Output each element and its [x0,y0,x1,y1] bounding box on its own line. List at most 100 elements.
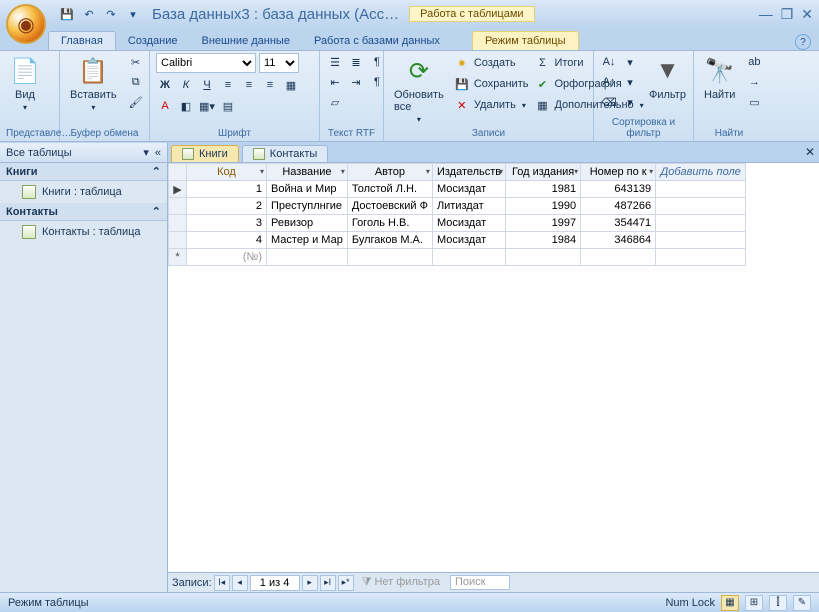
cell-add[interactable] [656,181,746,198]
format-painter-icon[interactable]: 🖌 [127,93,145,111]
cell-name[interactable]: Мастер и Мар [267,232,348,249]
align-right-icon[interactable]: ≡ [261,76,279,94]
cell-add[interactable] [656,215,746,232]
column-header-add-field[interactable]: Добавить поле [656,164,746,181]
table-row[interactable]: 4Мастер и МарБулгаков М.А.Мосиздат198434… [169,232,746,249]
table-row[interactable]: 2ПреступлнгиеДостоевский ФЛитиздат199048… [169,198,746,215]
nav-item-contacts-table[interactable]: Контакты : таблица [0,221,167,243]
qat-undo-icon[interactable]: ↶ [80,5,98,23]
column-header-name[interactable]: Название▾ [267,164,348,181]
row-selector[interactable]: * [169,249,187,266]
qat-save-icon[interactable]: 💾 [58,5,76,23]
column-dropdown-icon[interactable]: ▾ [574,167,578,176]
cell-year[interactable]: 1997 [506,215,581,232]
cell-add[interactable] [656,198,746,215]
datasheet[interactable]: Код▾ Название▾ Автор▾ Издательств▾ Год и… [168,163,819,572]
last-record-button[interactable]: ▸I [320,575,336,591]
cell-catalog[interactable]: 346864 [581,232,656,249]
cell-add[interactable] [656,232,746,249]
navigation-pane-header[interactable]: Все таблицы ▾ « [0,143,167,163]
increase-indent-icon[interactable]: ⇥ [347,73,365,91]
select-all-cell[interactable] [169,164,187,181]
fill-color-icon[interactable]: ◧ [177,97,195,115]
next-record-button[interactable]: ▸ [302,575,318,591]
copy-icon[interactable]: ⧉ [127,73,145,91]
gridlines-dropdown-icon[interactable]: ▦▾ [198,97,216,115]
ribbon-tab-external-data[interactable]: Внешние данные [190,32,302,50]
cell-year[interactable]: 1981 [506,181,581,198]
font-name-select[interactable]: Calibri [156,53,256,73]
cell-name[interactable]: Ревизор [267,215,348,232]
view-datasheet-icon[interactable]: ▦ [721,595,739,611]
cell-author[interactable]: Толстой Л.Н. [347,181,432,198]
cell-code[interactable]: 4 [187,232,267,249]
goto-icon[interactable]: → [745,73,763,91]
toggle-filter-icon[interactable]: ▾ [621,93,639,111]
cell-year[interactable]: 1984 [506,232,581,249]
italic-button[interactable]: К [177,76,195,94]
column-dropdown-icon[interactable]: ▾ [499,167,503,176]
table-row[interactable]: 3РевизорГоголь Н.В.Мосиздат1997354471 [169,215,746,232]
advanced-filter-icon[interactable]: ▾ [621,73,639,91]
cell-catalog[interactable]: 487266 [581,198,656,215]
ribbon-tab-home[interactable]: Главная [48,31,116,50]
nav-group-books[interactable]: Книги ⌃ [0,163,167,181]
cell-publisher[interactable]: Мосиздат [432,181,505,198]
prev-record-button[interactable]: ◂ [232,575,248,591]
cell-catalog[interactable]: 643139 [581,181,656,198]
table-row[interactable]: ▶1Война и МирТолстой Л.Н.Мосиздат1981643… [169,181,746,198]
cell-code[interactable]: (№) [187,249,267,266]
sort-desc-icon[interactable]: A↑ [600,73,618,91]
highlight-icon[interactable]: ▱ [326,93,344,111]
maximize-button[interactable]: ❐ [781,6,794,23]
cell-author[interactable]: Достоевский Ф [347,198,432,215]
column-header-author[interactable]: Автор▾ [347,164,432,181]
row-selector[interactable] [169,232,187,249]
font-color-icon[interactable]: A [156,97,174,115]
align-left-icon[interactable]: ≡ [219,76,237,94]
paste-button[interactable]: 📋 Вставить ▾ [66,53,121,114]
bold-button[interactable]: Ж [156,76,174,94]
select-icon[interactable]: ▭ [745,93,763,111]
delete-record-button[interactable]: ✕Удалить▾ [454,95,529,115]
clear-sort-icon[interactable]: ⌫ [600,93,618,111]
qat-redo-icon[interactable]: ↷ [102,5,120,23]
close-tab-icon[interactable]: ✕ [805,145,815,159]
bullets-icon[interactable]: ☰ [326,53,344,71]
new-record-nav-button[interactable]: ▸* [338,575,354,591]
collapse-icon[interactable]: ⌃ [152,165,161,178]
column-header-code[interactable]: Код▾ [187,164,267,181]
minimize-button[interactable]: — [759,6,773,23]
cell-publisher[interactable]: Литиздат [432,198,505,215]
cell-code[interactable]: 3 [187,215,267,232]
decrease-indent-icon[interactable]: ⇤ [326,73,344,91]
selection-filter-icon[interactable]: ▾ [621,53,639,71]
close-button[interactable]: ✕ [801,6,813,23]
ribbon-tab-database-tools[interactable]: Работа с базами данных [302,32,452,50]
view-pivotchart-icon[interactable]: ⫿ [769,595,787,611]
first-record-button[interactable]: I◂ [214,575,230,591]
row-selector[interactable] [169,198,187,215]
gridlines-icon[interactable]: ▦ [282,76,300,94]
alternate-row-icon[interactable]: ▤ [219,97,237,115]
numbering-icon[interactable]: ≣ [347,53,365,71]
new-record-row[interactable]: *(№) [169,249,746,266]
cell-publisher[interactable]: Мосиздат [432,232,505,249]
search-box[interactable]: Поиск [450,575,510,590]
cell-publisher[interactable]: Мосиздат [432,215,505,232]
doc-tab-books[interactable]: Книги [171,145,239,162]
record-position-input[interactable] [250,575,300,591]
column-header-catalog[interactable]: Номер по к▾ [581,164,656,181]
view-design-icon[interactable]: ✎ [793,595,811,611]
row-selector[interactable] [169,215,187,232]
find-button[interactable]: 🔭 Найти [700,53,739,103]
view-button[interactable]: 📄 Вид ▾ [6,53,44,114]
cell-year[interactable]: 1990 [506,198,581,215]
column-dropdown-icon[interactable]: ▾ [426,167,430,176]
cell-code[interactable]: 2 [187,198,267,215]
doc-tab-contacts[interactable]: Контакты [242,145,329,162]
view-pivottable-icon[interactable]: ⊞ [745,595,763,611]
ribbon-tab-create[interactable]: Создание [116,32,190,50]
help-icon[interactable]: ? [795,34,811,50]
nav-group-contacts[interactable]: Контакты ⌃ [0,203,167,221]
